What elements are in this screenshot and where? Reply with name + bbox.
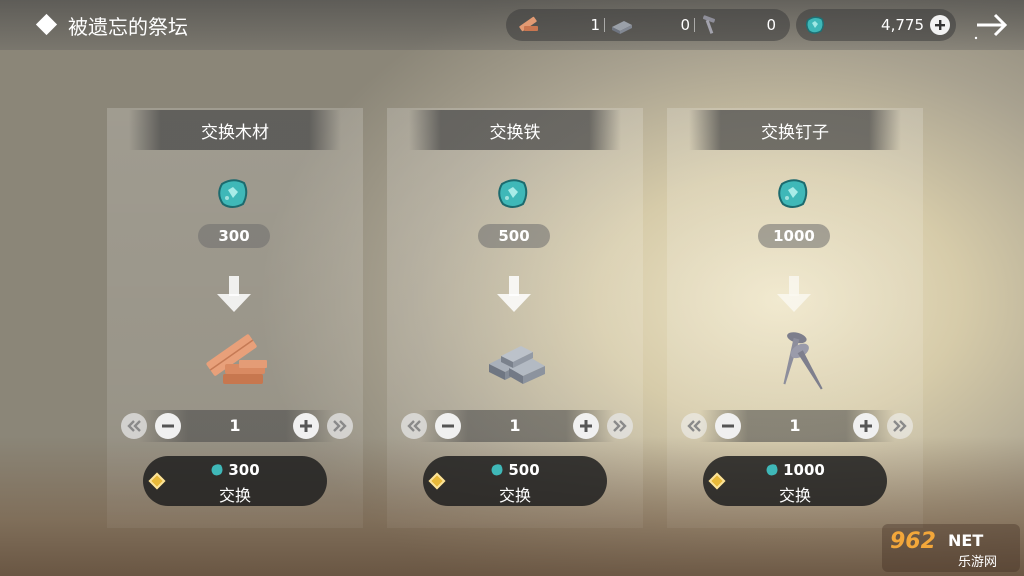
svg-text:乐游网: 乐游网 — [958, 555, 997, 570]
cost-pill: 500 — [478, 224, 550, 248]
card-title: 交换木材 — [201, 122, 269, 143]
exchange-card-2: 交换铁 500 1 500 交换 — [387, 108, 643, 528]
plus-icon — [860, 420, 872, 432]
menu-diamond-icon[interactable] — [35, 13, 57, 35]
arrow-down-icon — [217, 276, 251, 312]
quantity-max-button[interactable] — [327, 413, 353, 439]
gem-count: 4,775 — [881, 16, 924, 34]
gem-counter: 4,775 — [796, 9, 956, 41]
wood-planks-icon — [206, 334, 267, 384]
nail-counter: 0 — [700, 9, 776, 41]
plus-icon — [580, 420, 592, 432]
plus-icon — [935, 20, 945, 30]
plus-icon — [300, 420, 312, 432]
arrow-down-icon — [777, 276, 811, 312]
exchange-cost: 300 — [143, 461, 327, 479]
quantity-decrease-button[interactable] — [435, 413, 461, 439]
wood-count: 1 — [590, 16, 600, 34]
quantity-min-button[interactable] — [401, 413, 427, 439]
exit-arrow-icon[interactable] — [974, 10, 1010, 40]
quantity-increase-button[interactable] — [293, 413, 319, 439]
gem-icon — [218, 179, 248, 208]
exchange-button[interactable]: 1000 交换 — [703, 456, 887, 506]
top-bar: 被遗忘的祭坛 1 0 0 4,775 — [0, 0, 1024, 50]
exchange-card-1: 交换木材 300 1 300 交换 — [107, 108, 363, 528]
quantity-min-button[interactable] — [121, 413, 147, 439]
add-gems-button[interactable] — [930, 15, 950, 35]
quantity-stepper: 1 — [401, 410, 633, 442]
gem-icon — [805, 16, 825, 34]
quantity-increase-button[interactable] — [853, 413, 879, 439]
exchange-label: 交换 — [218, 486, 251, 505]
exchange-cost-value: 300 — [228, 461, 260, 479]
double-chevron-right-icon — [893, 420, 907, 432]
materials-counter: 1 0 0 — [506, 9, 790, 41]
double-chevron-left-icon — [127, 420, 141, 432]
arrow-down-icon — [497, 276, 531, 312]
separator — [604, 18, 605, 32]
quantity-stepper: 1 — [121, 410, 353, 442]
cost-pill: 300 — [198, 224, 270, 248]
quantity-min-button[interactable] — [681, 413, 707, 439]
gem-icon — [778, 179, 808, 208]
card-header: 交换木材 — [129, 110, 341, 150]
exchange-cost-value: 1000 — [783, 461, 825, 479]
site-watermark-logo: 962 NET 乐游网 — [882, 524, 1020, 572]
minus-icon — [162, 424, 174, 428]
quantity-increase-button[interactable] — [573, 413, 599, 439]
quantity-decrease-button[interactable] — [715, 413, 741, 439]
quantity-max-button[interactable] — [887, 413, 913, 439]
quantity-value: 1 — [509, 416, 521, 435]
quantity-max-button[interactable] — [607, 413, 633, 439]
quantity-value: 1 — [229, 416, 241, 435]
double-chevron-left-icon — [407, 420, 421, 432]
gem-icon — [766, 464, 778, 476]
exchange-cost: 500 — [423, 461, 607, 479]
quantity-stepper: 1 — [681, 410, 913, 442]
quantity-value: 1 — [789, 416, 801, 435]
minus-icon — [722, 424, 734, 428]
gem-icon — [491, 464, 503, 476]
wood-counter: 1 — [516, 9, 600, 41]
quantity-decrease-button[interactable] — [155, 413, 181, 439]
exchange-cost-value: 500 — [508, 461, 540, 479]
double-chevron-right-icon — [613, 420, 627, 432]
iron-count: 0 — [680, 16, 690, 34]
cost-pill: 1000 — [758, 224, 830, 248]
exchange-cost: 1000 — [703, 461, 887, 479]
iron-counter: 0 — [610, 9, 690, 41]
exchange-label: 交换 — [778, 486, 811, 505]
exchange-label: 交换 — [498, 486, 531, 505]
card-title: 交换铁 — [489, 122, 541, 143]
nail-count: 0 — [766, 16, 776, 34]
nails-icon — [783, 332, 823, 390]
card-header: 交换铁 — [409, 110, 621, 150]
double-chevron-left-icon — [687, 420, 701, 432]
svg-text:NET: NET — [948, 531, 983, 550]
iron-ingot-icon — [489, 346, 545, 384]
exchange-card-3: 交换钉子 1000 1 1000 交换 — [667, 108, 923, 528]
page-title: 被遗忘的祭坛 — [68, 15, 188, 39]
gem-icon — [498, 179, 528, 208]
gem-icon — [211, 464, 223, 476]
card-header: 交换钉子 — [689, 110, 901, 150]
nail-icon — [702, 15, 716, 34]
card-title: 交换钉子 — [761, 122, 829, 143]
iron-icon — [612, 21, 632, 34]
minus-icon — [442, 424, 454, 428]
svg-text:962: 962 — [890, 529, 936, 554]
separator — [694, 18, 695, 32]
exchange-button[interactable]: 500 交换 — [423, 456, 607, 506]
wood-icon — [519, 16, 538, 32]
double-chevron-right-icon — [333, 420, 347, 432]
exchange-button[interactable]: 300 交换 — [143, 456, 327, 506]
